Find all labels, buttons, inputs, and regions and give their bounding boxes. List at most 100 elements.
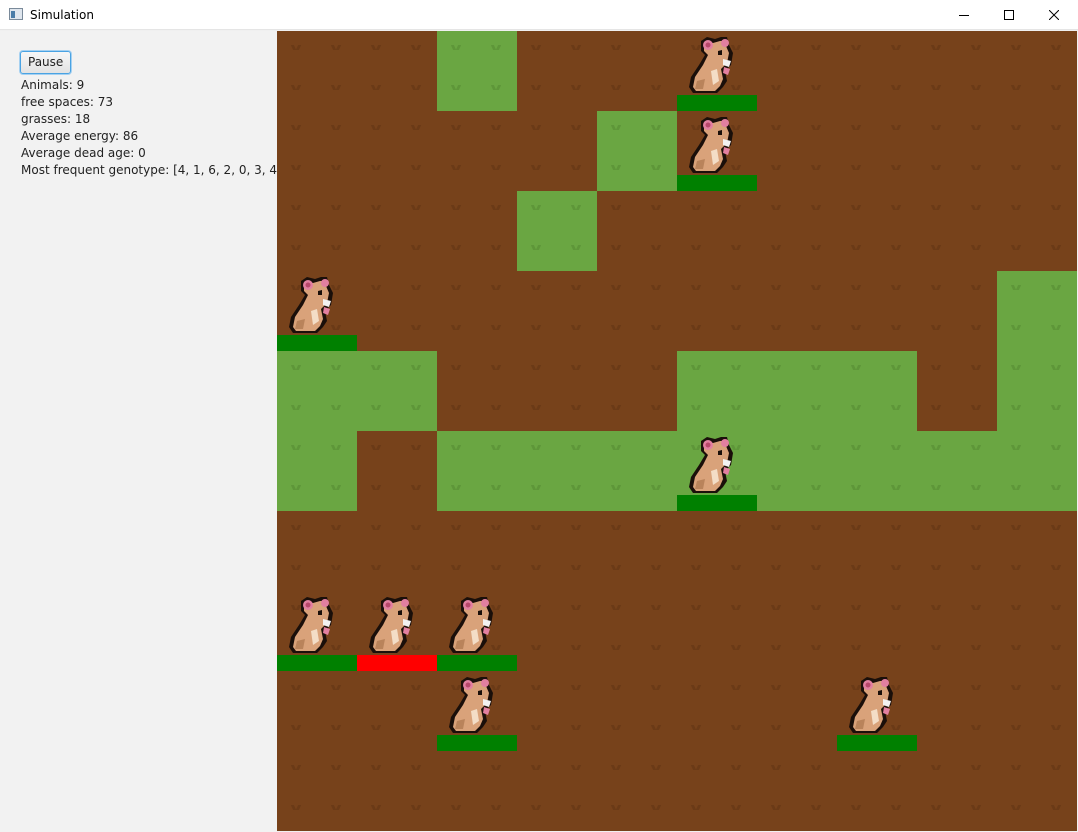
dirt-tile	[917, 751, 997, 831]
dirt-tile	[597, 591, 677, 671]
ground-texture	[332, 125, 340, 130]
grass-tile	[517, 431, 597, 511]
maximize-icon	[1004, 10, 1014, 20]
ground-texture	[372, 285, 380, 290]
ground-texture	[892, 525, 900, 530]
dirt-tile	[437, 751, 517, 831]
ground-texture	[1012, 565, 1020, 570]
ground-texture	[1052, 725, 1060, 730]
average-dead-age: Average dead age: 0	[21, 146, 146, 160]
dirt-tile	[757, 191, 837, 271]
ground-texture	[1012, 285, 1020, 290]
ground-texture	[412, 365, 420, 370]
dirt-tile	[757, 111, 837, 191]
dirt-tile	[517, 511, 597, 591]
pause-button[interactable]: Pause	[20, 51, 72, 74]
ground-texture	[292, 205, 300, 210]
ground-texture	[772, 365, 780, 370]
ground-texture	[1012, 685, 1020, 690]
ground-texture	[652, 605, 660, 610]
ground-texture	[492, 565, 500, 570]
ground-texture	[1052, 445, 1060, 450]
ground-texture	[852, 45, 860, 50]
ground-texture	[1052, 685, 1060, 690]
ground-texture	[492, 45, 500, 50]
close-icon	[1049, 10, 1059, 20]
dirt-tile	[917, 671, 997, 751]
dirt-tile	[677, 591, 757, 671]
ground-texture	[1012, 85, 1020, 90]
dirt-tile	[837, 111, 917, 191]
ground-texture	[932, 205, 940, 210]
ground-texture	[332, 805, 340, 810]
ground-texture	[892, 405, 900, 410]
ground-texture	[1052, 765, 1060, 770]
ground-texture	[892, 765, 900, 770]
ground-texture	[772, 85, 780, 90]
ground-texture	[532, 325, 540, 330]
energy-bar	[837, 735, 917, 751]
rat-icon	[689, 37, 733, 93]
ground-texture	[932, 765, 940, 770]
dirt-tile	[597, 351, 677, 431]
ground-texture	[292, 85, 300, 90]
ground-texture	[732, 565, 740, 570]
ground-texture	[612, 325, 620, 330]
energy-bar	[437, 655, 517, 671]
ground-texture	[772, 405, 780, 410]
ground-texture	[812, 485, 820, 490]
ground-texture	[652, 485, 660, 490]
ground-texture	[1012, 725, 1020, 730]
ground-texture	[292, 485, 300, 490]
ground-texture	[612, 485, 620, 490]
maximize-button[interactable]	[986, 0, 1032, 30]
ground-texture	[1052, 605, 1060, 610]
ground-texture	[772, 445, 780, 450]
ground-texture	[852, 245, 860, 250]
ground-texture	[412, 165, 420, 170]
ground-texture	[532, 805, 540, 810]
dirt-tile	[597, 511, 677, 591]
ground-texture	[412, 725, 420, 730]
title-bar[interactable]: Simulation	[0, 0, 1078, 30]
ground-texture	[1012, 805, 1020, 810]
minimize-button[interactable]	[941, 0, 987, 30]
ground-texture	[972, 485, 980, 490]
ground-texture	[892, 325, 900, 330]
ground-texture	[1052, 525, 1060, 530]
ground-texture	[852, 405, 860, 410]
ground-texture	[1052, 205, 1060, 210]
grass-tile	[357, 351, 437, 431]
window-title: Simulation	[30, 8, 94, 22]
dirt-tile	[997, 191, 1077, 271]
ground-texture	[372, 445, 380, 450]
ground-texture	[972, 565, 980, 570]
dirt-tile	[677, 751, 757, 831]
ground-texture	[612, 405, 620, 410]
dirt-tile	[757, 751, 837, 831]
ground-texture	[572, 565, 580, 570]
dirt-tile	[917, 191, 997, 271]
ground-texture	[1052, 645, 1060, 650]
ground-texture	[852, 765, 860, 770]
ground-texture	[572, 605, 580, 610]
dirt-tile	[517, 751, 597, 831]
ground-texture	[1052, 45, 1060, 50]
ground-texture	[692, 805, 700, 810]
ground-texture	[772, 525, 780, 530]
ground-texture	[852, 445, 860, 450]
ground-texture	[732, 405, 740, 410]
ground-texture	[892, 365, 900, 370]
ground-texture	[772, 45, 780, 50]
dirt-tile	[437, 191, 517, 271]
simulation-map[interactable]	[277, 31, 1077, 831]
rat-icon	[449, 677, 493, 733]
dirt-tile	[277, 751, 357, 831]
close-button[interactable]	[1031, 0, 1077, 30]
ground-texture	[492, 445, 500, 450]
rat-icon	[689, 437, 733, 493]
ground-texture	[972, 45, 980, 50]
ground-texture	[612, 565, 620, 570]
ground-texture	[1052, 165, 1060, 170]
ground-texture	[452, 45, 460, 50]
